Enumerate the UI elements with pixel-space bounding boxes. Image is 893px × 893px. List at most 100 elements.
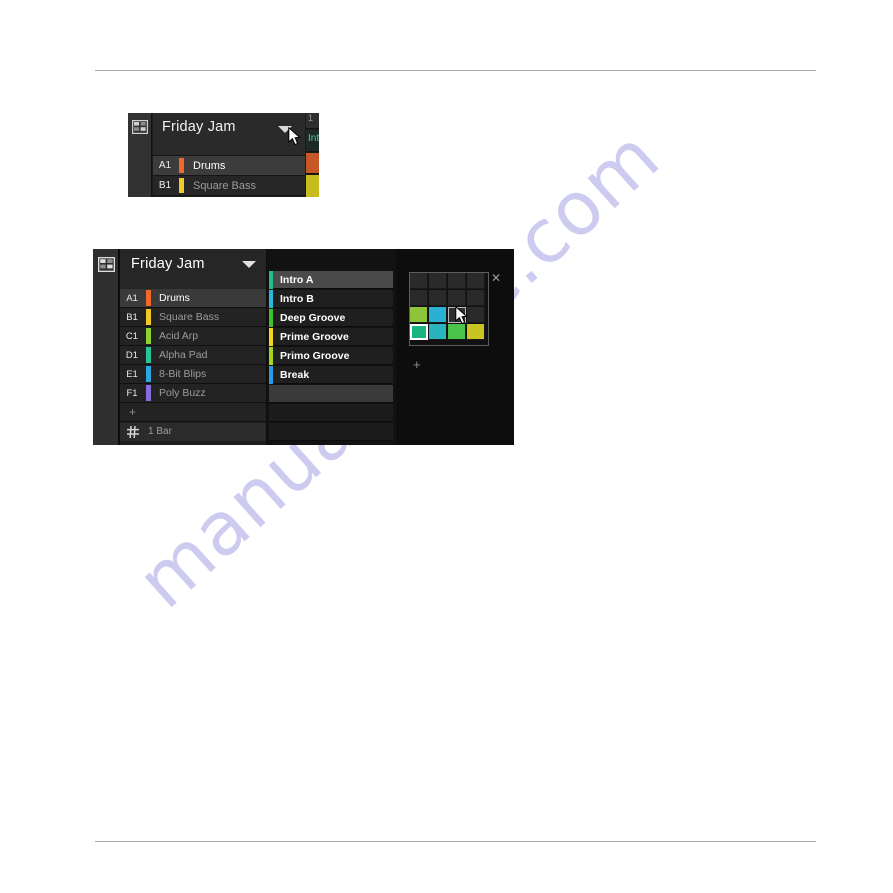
- f2-track-color-bar: [146, 328, 151, 344]
- color-swatch[interactable]: [467, 324, 485, 340]
- f2-project-header: Friday Jam: [120, 249, 266, 289]
- f2-track-name: Drums: [159, 292, 190, 304]
- scene-label: Intro B: [280, 293, 314, 305]
- scene-label: Prime Groove: [280, 331, 349, 343]
- grid-layout-icon[interactable]: [98, 257, 115, 272]
- scene-slot[interactable]: Primo Groove: [269, 347, 393, 365]
- add-track-label: +: [129, 405, 137, 419]
- f2-track-row[interactable]: C1 Acid Arp: [120, 327, 266, 346]
- f2-pad-label: E1: [126, 368, 138, 380]
- f1-clip-cell[interactable]: [306, 175, 319, 197]
- f2-track-name: 8-Bit Blips: [159, 368, 207, 380]
- color-swatch[interactable]: [448, 273, 466, 289]
- color-swatch[interactable]: [448, 290, 466, 306]
- f1-pad-label: B1: [158, 180, 172, 191]
- add-track-button[interactable]: +: [120, 403, 266, 422]
- f2-track-row[interactable]: E1 8-Bit Blips: [120, 365, 266, 384]
- close-icon[interactable]: ✕: [491, 272, 502, 284]
- f1-scene-number: 1: [306, 113, 319, 129]
- f2-track-row[interactable]: B1 Square Bass: [120, 308, 266, 327]
- color-swatch[interactable]: [467, 273, 485, 289]
- scene-color-bar: [269, 309, 273, 327]
- scene-color-bar: [269, 366, 273, 384]
- color-swatch[interactable]: [429, 290, 447, 306]
- f2-pad-label: C1: [125, 330, 139, 342]
- f2-track-row[interactable]: D1 Alpha Pad: [120, 346, 266, 365]
- f2-track-name: Acid Arp: [159, 330, 199, 342]
- f2-length-row[interactable]: 1 Bar: [120, 423, 266, 441]
- scene-label: Deep Groove: [280, 312, 346, 324]
- scene-slot[interactable]: Intro B: [269, 290, 393, 308]
- f2-pad-label: B1: [126, 311, 138, 323]
- f2-track-color-bar: [146, 347, 151, 363]
- watermark: manualshive.com: [121, 113, 770, 740]
- f2-track-color-bar: [146, 309, 151, 325]
- scene-slot-empty[interactable]: [269, 385, 393, 403]
- color-swatch[interactable]: [429, 273, 447, 289]
- grid-layout-icon[interactable]: [132, 120, 148, 134]
- grid-hash-icon: [127, 426, 139, 438]
- f2-track-color-bar: [146, 385, 151, 401]
- color-swatch[interactable]: [410, 273, 428, 289]
- f1-project-header: Friday Jam: [153, 113, 305, 156]
- f1-left-rail: [128, 113, 152, 197]
- scene-color-picker[interactable]: [409, 272, 489, 346]
- f2-pad-label: A1: [126, 292, 138, 304]
- f2-project-title: Friday Jam: [131, 256, 205, 272]
- mouse-pointer-icon: [455, 306, 468, 325]
- page-root: manualshive.com Friday Jam A1 Drums B1 S…: [0, 0, 893, 893]
- f1-track-color-bar: [179, 178, 184, 193]
- f2-track-row[interactable]: A1 Drums: [120, 289, 266, 308]
- f1-track-color-bar: [179, 158, 184, 173]
- color-swatch[interactable]: [429, 324, 447, 340]
- footer-rule: [95, 841, 816, 842]
- f1-clip-lane-strip: 1 Int: [306, 113, 319, 197]
- scene-slot-empty[interactable]: [269, 404, 393, 422]
- f2-track-name: Poly Buzz: [159, 387, 206, 399]
- scene-label: Primo Groove: [280, 350, 350, 362]
- f1-track-name: Drums: [193, 160, 226, 172]
- f2-pad-label: F1: [126, 387, 138, 399]
- header-rule: [95, 70, 816, 71]
- f1-track-row[interactable]: A1 Drums: [153, 156, 305, 176]
- scene-slot[interactable]: Prime Groove: [269, 328, 393, 346]
- f1-scene-label: Int: [306, 130, 319, 152]
- arranger-crop-figure: Friday Jam A1 Drums B1 Square Bass 1 Int: [128, 113, 319, 197]
- scene-slot[interactable]: Intro A: [269, 271, 393, 289]
- color-swatch[interactable]: [448, 324, 466, 340]
- scene-slot[interactable]: Deep Groove: [269, 309, 393, 327]
- f1-pad-label: A1: [158, 160, 172, 171]
- f1-track-name: Square Bass: [193, 180, 256, 192]
- color-swatch[interactable]: [410, 290, 428, 306]
- scene-color-bar: [269, 290, 273, 308]
- f1-project-title: Friday Jam: [162, 119, 236, 135]
- color-swatch[interactable]: [467, 290, 485, 306]
- f2-track-column: Friday Jam A1 Drums B1 Square Bass C1 Ac…: [120, 249, 266, 445]
- mouse-pointer-icon: [288, 127, 301, 146]
- f1-track-row[interactable]: B1 Square Bass: [153, 176, 305, 196]
- f2-left-rail: [93, 249, 119, 445]
- arranger-scene-picker-figure: Friday Jam A1 Drums B1 Square Bass C1 Ac…: [93, 249, 514, 445]
- f2-track-name: Alpha Pad: [159, 349, 208, 361]
- f2-pad-label: D1: [125, 349, 139, 361]
- color-swatch[interactable]: [410, 307, 428, 323]
- scene-color-bar: [269, 271, 273, 289]
- f2-track-color-bar: [146, 366, 151, 382]
- color-swatch-selected[interactable]: [410, 324, 428, 340]
- scene-slot[interactable]: Break: [269, 366, 393, 384]
- chevron-down-icon[interactable]: [242, 261, 256, 268]
- scene-color-bar: [269, 347, 273, 365]
- f2-scene-column: Intro A Intro B Deep Groove Prime Groove…: [267, 249, 396, 445]
- color-swatch[interactable]: [467, 307, 485, 323]
- add-scene-button[interactable]: +: [413, 357, 421, 372]
- f2-length-value: 1 Bar: [148, 426, 172, 437]
- f2-track-name: Square Bass: [159, 311, 220, 323]
- f1-clip-cell[interactable]: [306, 153, 319, 174]
- color-swatch[interactable]: [429, 307, 447, 323]
- scene-color-bar: [269, 328, 273, 346]
- scene-label: Break: [280, 369, 310, 381]
- scene-label: Intro A: [280, 274, 314, 286]
- scene-slot-empty[interactable]: [269, 423, 393, 441]
- f2-track-color-bar: [146, 290, 151, 306]
- f2-track-row[interactable]: F1 Poly Buzz: [120, 384, 266, 403]
